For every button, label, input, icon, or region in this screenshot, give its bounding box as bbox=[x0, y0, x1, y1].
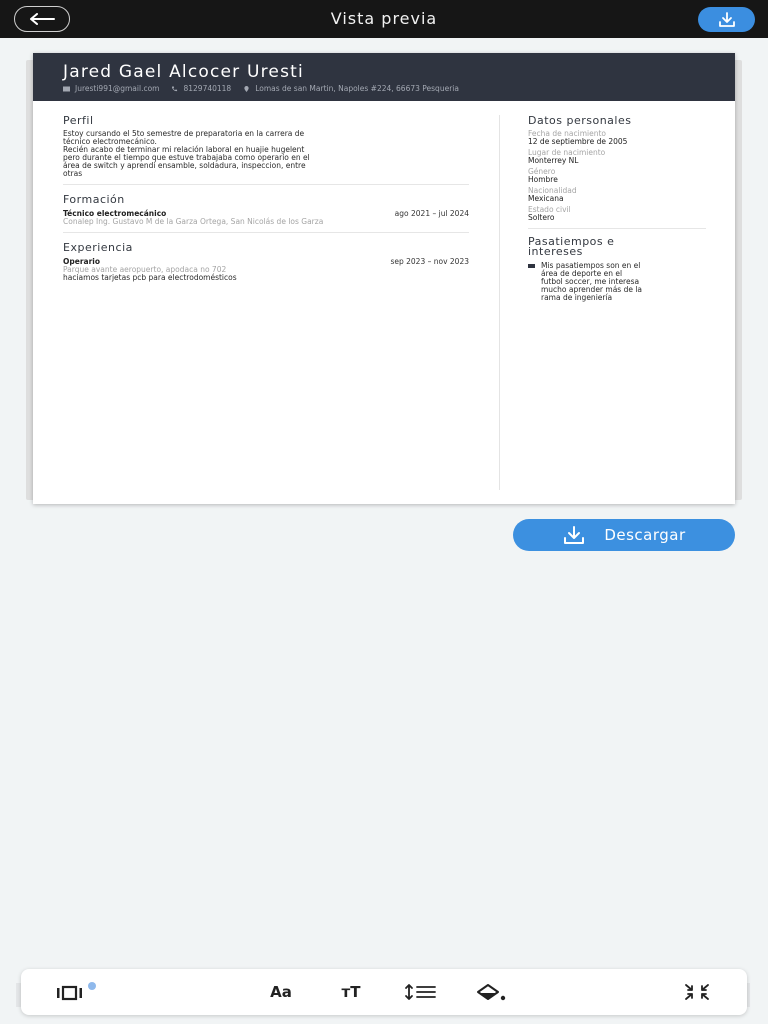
phone-text: 8129740118 bbox=[183, 84, 232, 93]
birth-date-value: 12 de septiembre de 2005 bbox=[528, 137, 628, 146]
contact-email: Juresti991@gmail.com bbox=[63, 84, 159, 93]
collapse-button[interactable] bbox=[677, 981, 717, 1003]
phone-icon bbox=[172, 85, 178, 91]
top-bar: Vista previa bbox=[0, 0, 768, 38]
section-divider bbox=[63, 232, 469, 233]
envelope-icon bbox=[63, 86, 70, 91]
profile-line: área de switch y aprendí ensamble, solda… bbox=[63, 161, 306, 170]
resume-document: Jared Gael Alcocer Uresti Juresti991@gma… bbox=[33, 53, 735, 504]
color-fill-button[interactable] bbox=[471, 981, 511, 1003]
section-divider bbox=[63, 184, 469, 185]
birth-place-value: Monterrey NL bbox=[528, 156, 579, 165]
font-button[interactable]: Aa bbox=[261, 981, 301, 1003]
experience-dates: sep 2023 – nov 2023 bbox=[390, 257, 469, 266]
paint-bucket-icon bbox=[477, 984, 506, 1001]
hobby-line: rama de ingeniería bbox=[541, 293, 613, 302]
font-icon: Aa bbox=[270, 983, 292, 1001]
hobbies-title-line: intereses bbox=[528, 245, 583, 258]
line-spacing-button[interactable] bbox=[401, 981, 441, 1003]
gender-value: Hombre bbox=[528, 175, 558, 184]
experience-title: Experiencia bbox=[63, 241, 133, 254]
section-divider bbox=[528, 228, 706, 229]
contact-phone: 8129740118 bbox=[171, 84, 231, 93]
resume-name: Jared Gael Alcocer Uresti bbox=[63, 62, 304, 82]
resume-right-column: Datos personales Fecha de nacimiento 12 … bbox=[528, 114, 706, 302]
text-size-icon: тT bbox=[341, 983, 361, 1001]
carousel-icon bbox=[57, 982, 96, 1001]
line-spacing-icon bbox=[405, 984, 436, 1000]
civil-status-value: Soltero bbox=[528, 213, 555, 222]
education-title: Formación bbox=[63, 193, 125, 206]
page-title: Vista previa bbox=[330, 9, 438, 28]
education-school: Conalep Ing. Gustavo M de la Garza Orteg… bbox=[63, 217, 324, 226]
nationality-value: Mexicana bbox=[528, 194, 564, 203]
bullet-marker bbox=[528, 264, 535, 268]
bottom-toolbar: Aa тT bbox=[21, 969, 747, 1015]
address-text: Lomas de san Martin, Napoles #224, 66673… bbox=[255, 84, 459, 93]
text-size-button[interactable]: тT bbox=[331, 981, 371, 1003]
download-button-top[interactable] bbox=[698, 7, 755, 32]
download-label: Descargar bbox=[604, 526, 686, 544]
education-dates: ago 2021 – jul 2024 bbox=[394, 209, 469, 218]
contact-line: Juresti991@gmail.com 8129740118 Lomas de… bbox=[63, 84, 459, 93]
resume-left-column: Perfil Estoy cursando el 5to semestre de… bbox=[63, 114, 469, 282]
hobby-item: Mis pasatiempos son en el área de deport… bbox=[528, 262, 706, 302]
profile-text: Estoy cursando el 5to semestre de prepar… bbox=[63, 130, 469, 178]
download-icon bbox=[718, 11, 735, 27]
email-text: Juresti991@gmail.com bbox=[75, 84, 160, 93]
contact-address: Lomas de san Martin, Napoles #224, 66673… bbox=[243, 84, 459, 93]
profile-title: Perfil bbox=[63, 114, 94, 127]
location-pin-icon bbox=[244, 85, 249, 92]
hobbies-title: Pasatiempos e intereses bbox=[528, 236, 706, 258]
experience-description: haciamos tarjetas pcb para electrodomést… bbox=[63, 273, 237, 282]
download-icon bbox=[564, 526, 585, 544]
personal-data-title: Datos personales bbox=[528, 114, 632, 127]
download-button[interactable]: Descargar bbox=[513, 519, 735, 551]
collapse-icon bbox=[685, 984, 709, 1000]
profile-line: otras bbox=[63, 169, 83, 178]
column-divider bbox=[499, 115, 500, 490]
template-button[interactable] bbox=[51, 981, 99, 1003]
hobby-text: Mis pasatiempos son en el área de deport… bbox=[541, 262, 642, 302]
resume-header: Jared Gael Alcocer Uresti Juresti991@gma… bbox=[33, 53, 735, 101]
